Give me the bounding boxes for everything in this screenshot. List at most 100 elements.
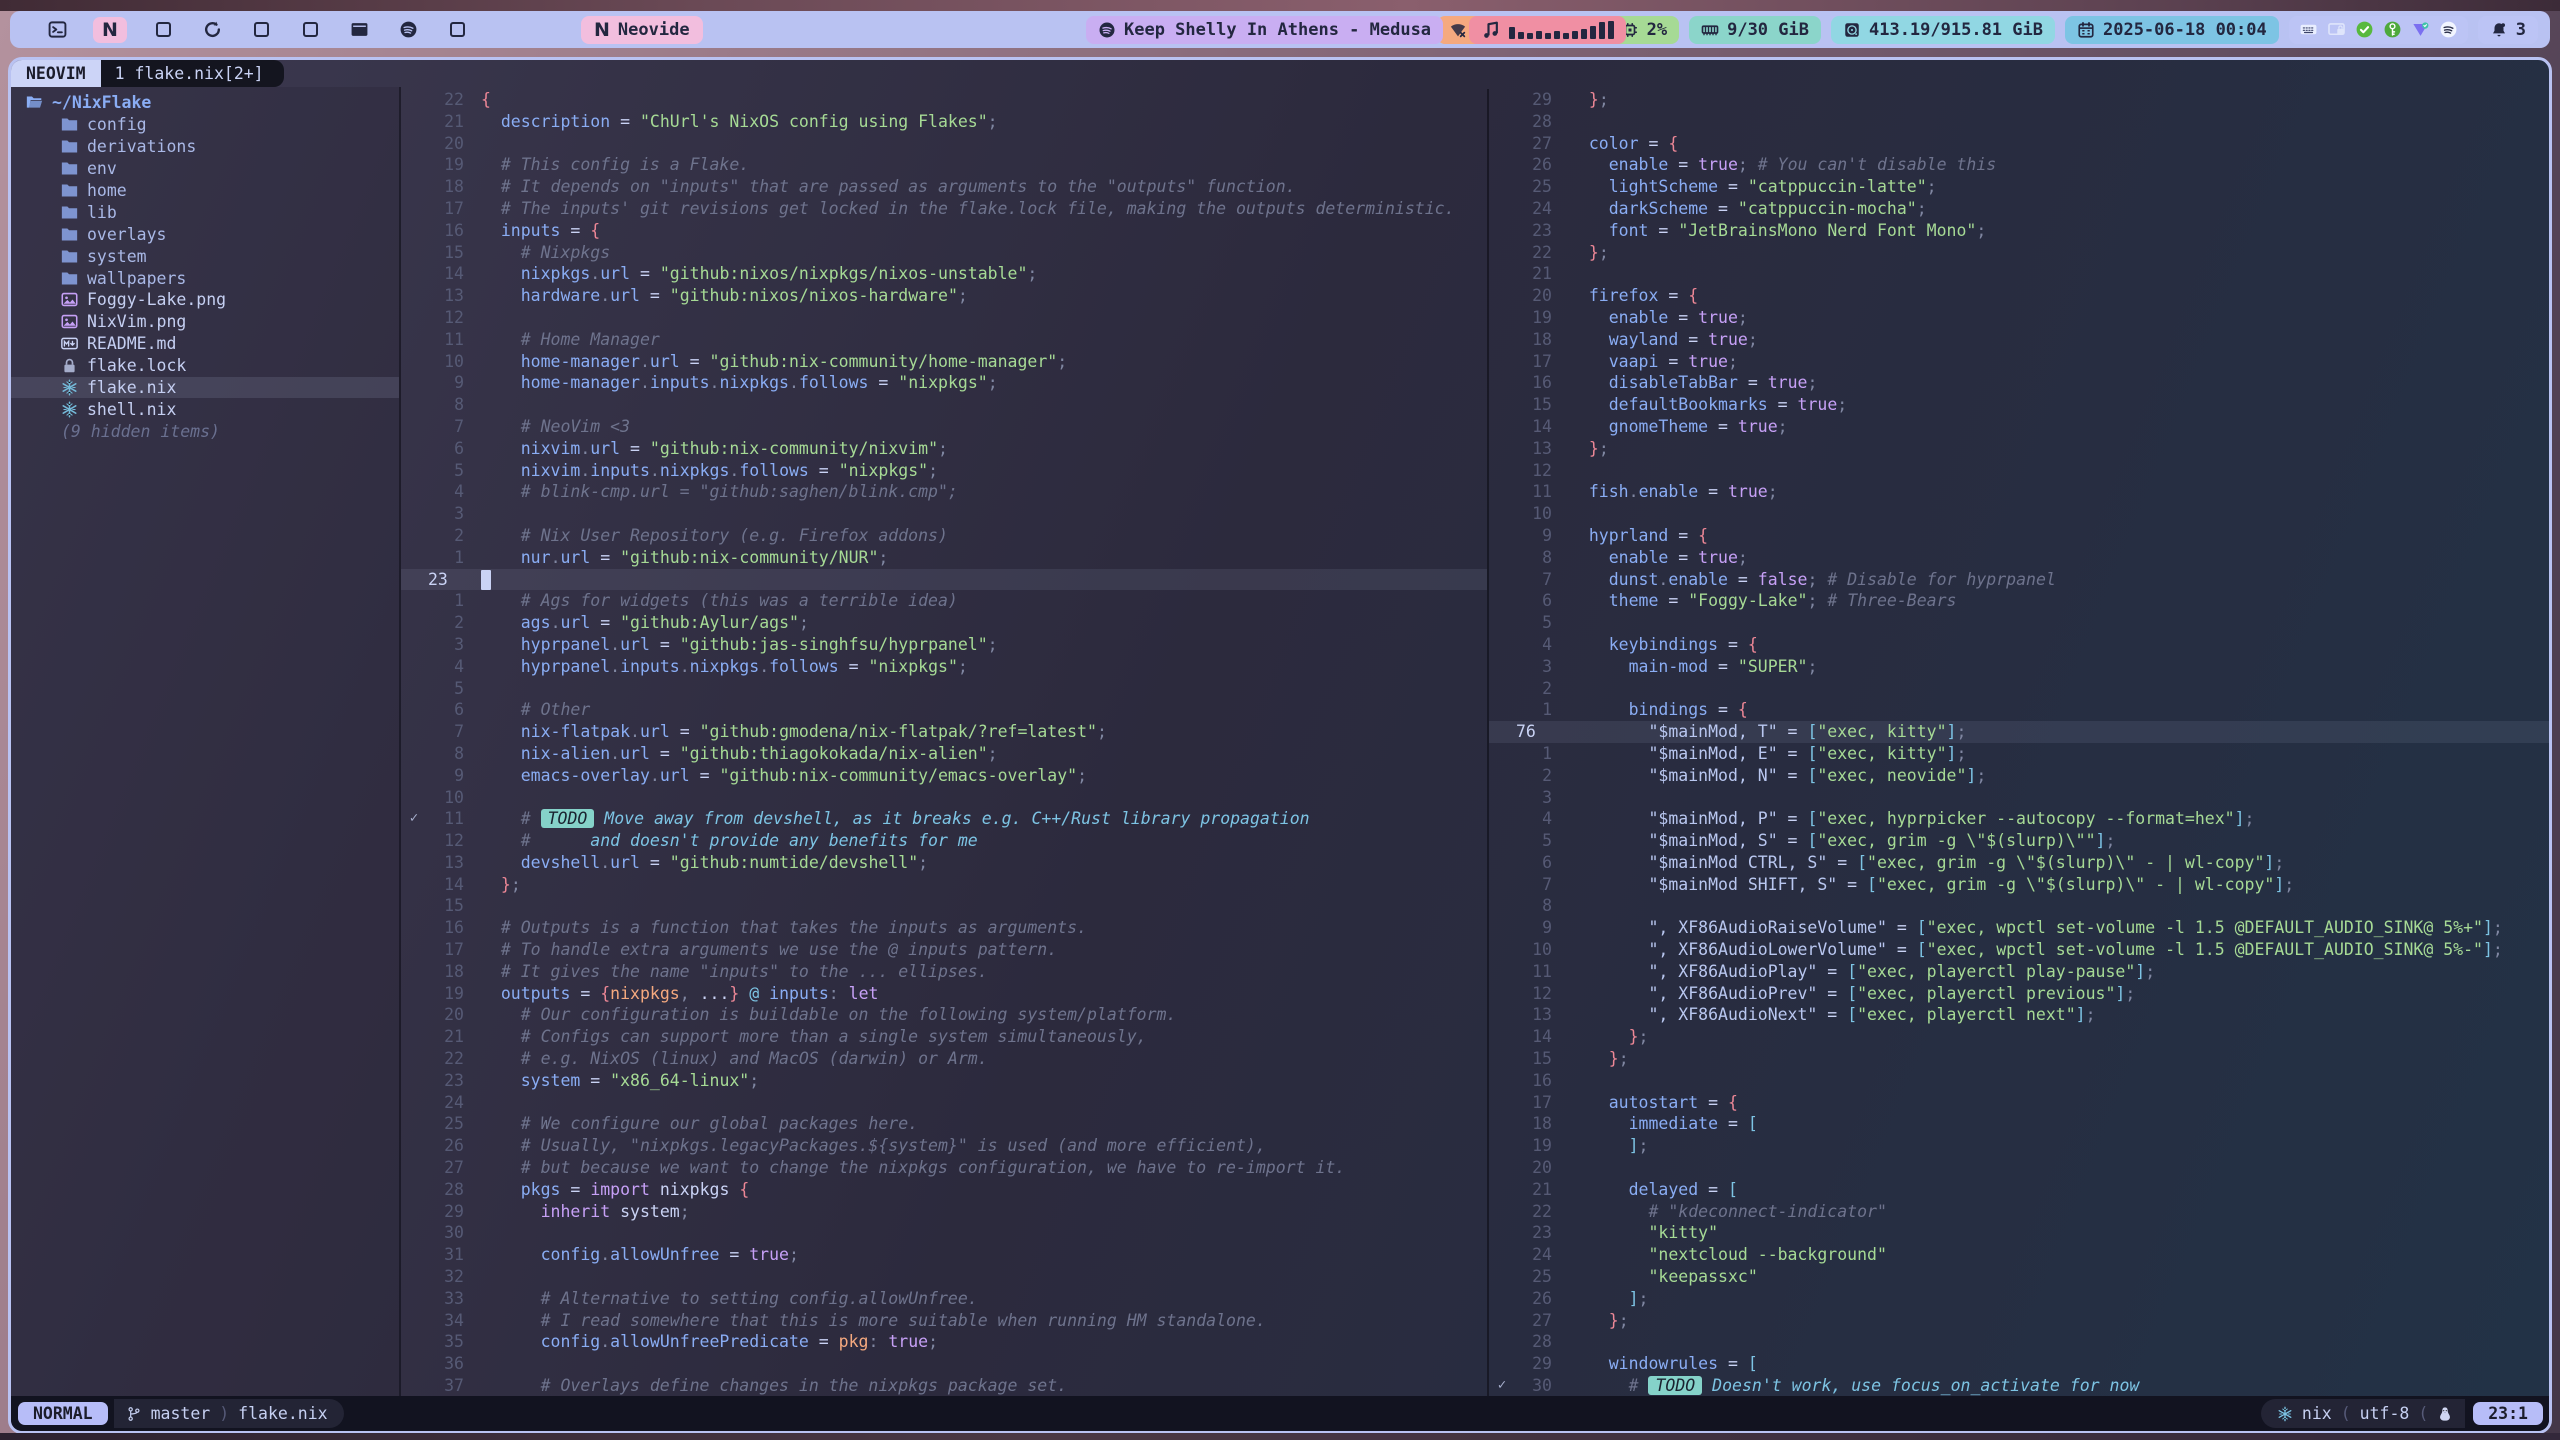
code-line[interactable]: 2 "$mainMod, N" = ["exec, neovide"]; [1489,765,2549,787]
code-line[interactable]: 8 [401,394,1487,416]
code-line[interactable]: 2 ags.url = "github:Aylur/ags"; [401,612,1487,634]
code-line[interactable]: 16 # Outputs is a function that takes th… [401,917,1487,939]
code-line[interactable]: 32 [401,1266,1487,1288]
code-line[interactable]: 12 [1489,460,2549,482]
code-line[interactable]: 29 }; [1489,89,2549,111]
code-line[interactable]: 22 # "kdeconnect-indicator" [1489,1201,2549,1223]
code-line[interactable]: 8 nix-alien.url = "github:thiagokokada/n… [401,743,1487,765]
code-line[interactable]: 28 pkgs = import nixpkgs { [401,1179,1487,1201]
tree-item-flake-lock[interactable]: flake.lock [11,355,399,377]
code-line[interactable]: 4 hyprpanel.inputs.nixpkgs.follows = "ni… [401,656,1487,678]
code-line[interactable]: 7 nix-flatpak.url = "github:gmodena/nix-… [401,721,1487,743]
code-line[interactable]: 8 [1489,895,2549,917]
code-line[interactable]: 18 # It gives the name "inputs" to the .… [401,961,1487,983]
code-line[interactable]: 10 ", XF86AudioLowerVolume" = ["exec, wp… [1489,939,2549,961]
tree-item-derivations[interactable]: derivations [11,136,399,158]
workspace-empty-icon[interactable] [248,17,274,43]
code-line[interactable]: 18 wayland = true; [1489,329,2549,351]
tree-item-system[interactable]: system [11,245,399,267]
code-line[interactable]: 24 "nextcloud --background" [1489,1244,2549,1266]
code-line[interactable]: 22 # e.g. NixOS (linux) and MacOS (darwi… [401,1048,1487,1070]
code-line[interactable]: 11 fish.enable = true; [1489,481,2549,503]
workspace-empty-icon[interactable] [150,17,176,43]
spotify-tray-icon[interactable] [2439,20,2458,39]
code-line[interactable]: 21 delayed = [ [1489,1179,2549,1201]
code-line[interactable]: 29 windowrules = [ [1489,1353,2549,1375]
code-line[interactable]: 10 home-manager.url = "github:nix-commun… [401,351,1487,373]
code-line[interactable]: 1 nur.url = "github:nix-community/NUR"; [401,547,1487,569]
code-line[interactable]: 19 ]; [1489,1135,2549,1157]
code-line[interactable]: 24 darkScheme = "catppuccin-mocha"; [1489,198,2549,220]
code-line[interactable]: 13 devshell.url = "github:numtide/devshe… [401,852,1487,874]
code-line[interactable]: 25 lightScheme = "catppuccin-latte"; [1489,176,2549,198]
code-line[interactable]: 8 enable = true; [1489,547,2549,569]
tree-item-nixvim-png[interactable]: NixVim.png [11,311,399,333]
code-line[interactable]: 21 description = "ChUrl's NixOS config u… [401,111,1487,133]
code-line[interactable]: 9 home-manager.inputs.nixpkgs.follows = … [401,372,1487,394]
workspace-spotify-icon[interactable] [395,17,421,43]
code-line[interactable]: 6 "$mainMod CTRL, S" = ["exec, grim -g \… [1489,852,2549,874]
code-line[interactable]: 13 ", XF86AudioNext" = ["exec, playerctl… [1489,1004,2549,1026]
code-line[interactable]: 34 # I read somewhere that this is more … [401,1310,1487,1332]
code-line[interactable]: 12 # and doesn't provide any benefits fo… [401,830,1487,852]
active-window-chip[interactable]: N Neovide [581,16,703,44]
code-line[interactable]: 9 emacs-overlay.url = "github:nix-commun… [401,765,1487,787]
code-line[interactable]: 14 gnomeTheme = true; [1489,416,2549,438]
memory-pill[interactable]: 9/30 GiB [1689,16,1821,44]
code-line[interactable]: 6 # Other [401,699,1487,721]
code-line[interactable]: 27 # but because we want to change the n… [401,1157,1487,1179]
code-line[interactable]: 2 [1489,678,2549,700]
workspace-neovim-icon[interactable]: N [93,17,127,43]
screen-lock-icon[interactable] [2327,20,2346,39]
code-line[interactable]: 1 bindings = { [1489,699,2549,721]
keyboard-icon[interactable] [2299,20,2318,39]
tree-item-overlays[interactable]: overlays [11,223,399,245]
code-line[interactable]: 18 immediate = [ [1489,1113,2549,1135]
code-line[interactable]: 19 # This config is a Flake. [401,154,1487,176]
code-line[interactable]: 1 # Ags for widgets (this was a terrible… [401,590,1487,612]
code-line[interactable]: 3 main-mod = "SUPER"; [1489,656,2549,678]
code-line[interactable]: 11 ", XF86AudioPlay" = ["exec, playerctl… [1489,961,2549,983]
media-pill[interactable]: Keep Shelly In Athens - Medusa [1086,16,1443,44]
check-circle-icon[interactable] [2355,20,2374,39]
code-line[interactable]: 20 # Our configuration is buildable on t… [401,1004,1487,1026]
code-line[interactable]: 17 autostart = { [1489,1092,2549,1114]
code-line[interactable]: 10 [1489,503,2549,525]
code-line[interactable]: 5 [1489,612,2549,634]
code-line[interactable]: 6 nixvim.url = "github:nix-community/nix… [401,438,1487,460]
code-line[interactable]: 5 nixvim.inputs.nixpkgs.follows = "nixpk… [401,460,1487,482]
code-line[interactable]: 26 # Usually, "nixpkgs.legacyPackages.${… [401,1135,1487,1157]
code-line[interactable]: 12 [401,307,1487,329]
tree-item-env[interactable]: env [11,158,399,180]
code-line[interactable]: 20 [1489,1157,2549,1179]
code-line[interactable]: 17 # To handle extra arguments we use th… [401,939,1487,961]
editor-pane-right[interactable]: 29 };2827 color = {26 enable = true; # Y… [1489,89,2549,1396]
disk-pill[interactable]: 413.19/915.81 GiB [1831,16,2055,44]
tree-item-lib[interactable]: lib [11,201,399,223]
notifications-pill[interactable]: 3 [2478,16,2538,44]
vpn-icon[interactable] [2411,20,2430,39]
code-line[interactable]: 21 # Configs can support more than a sin… [401,1026,1487,1048]
code-line[interactable]: 14 }; [401,874,1487,896]
code-line[interactable]: 15 }; [1489,1048,2549,1070]
code-line[interactable]: 15 [401,895,1487,917]
code-line[interactable]: 19 outputs = {nixpkgs, ...} @ inputs: le… [401,983,1487,1005]
code-line[interactable]: 31 config.allowUnfree = true; [401,1244,1487,1266]
code-line[interactable]: 14 }; [1489,1026,2549,1048]
code-line[interactable]: 11 # Home Manager [401,329,1487,351]
code-line[interactable]: ✓11 # TODO Move away from devshell, as i… [401,808,1487,830]
code-line[interactable]: 20 [401,133,1487,155]
code-line[interactable]: 16 inputs = { [401,220,1487,242]
code-line[interactable]: 5 "$mainMod, S" = ["exec, grim -g \"$(sl… [1489,830,2549,852]
code-line[interactable]: 33 # Alternative to setting config.allow… [401,1288,1487,1310]
code-line[interactable]: 15 # Nixpkgs [401,242,1487,264]
code-line[interactable]: 22 }; [1489,242,2549,264]
code-line[interactable]: 29 inherit system; [401,1201,1487,1223]
code-line-current[interactable]: 23 [401,569,1487,591]
code-line[interactable]: 24 [401,1092,1487,1114]
code-line[interactable]: 25 # We configure our global packages he… [401,1113,1487,1135]
code-line[interactable]: 20 firefox = { [1489,285,2549,307]
code-line[interactable]: 25 "keepassxc" [1489,1266,2549,1288]
code-line[interactable]: 21 [1489,263,2549,285]
tree-item-shell-nix[interactable]: shell.nix [11,398,399,420]
